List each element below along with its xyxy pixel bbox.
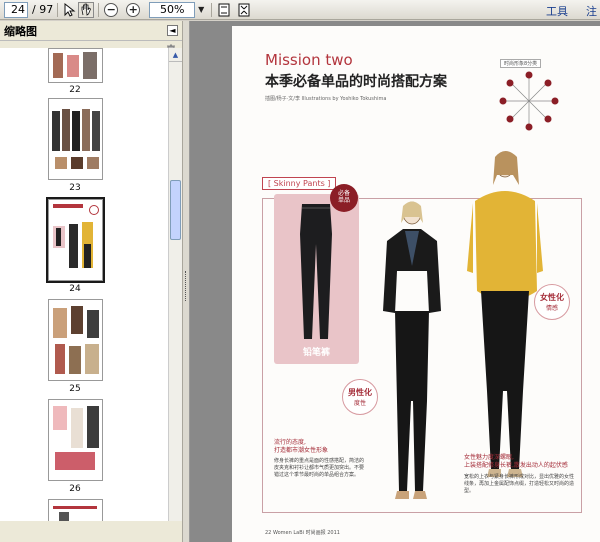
toolbar-separator <box>98 2 100 17</box>
model-left-illustration <box>383 201 441 499</box>
skinny-pants-illustration <box>300 204 332 339</box>
pants-caption: 铅笔裤 <box>302 348 330 358</box>
zoom-out-button[interactable]: − <box>103 2 119 18</box>
thumbnail-page-24[interactable] <box>46 197 105 283</box>
page-number-value: 24 <box>11 3 25 16</box>
feminine-note: 女性化 情感 <box>534 284 570 320</box>
skinny-pants-label: [ Skinny Pants ] <box>262 177 337 190</box>
page-total: / 97 <box>32 3 54 16</box>
must-have-badge: 必备 单品 <box>330 184 358 212</box>
toolbar-separator <box>211 2 213 17</box>
close-icon[interactable]: ◄ <box>167 25 178 36</box>
zoom-dropdown-chevron-icon[interactable]: ▼ <box>195 2 207 18</box>
style-wheel-diagram <box>499 71 559 131</box>
scroll-thumb[interactable] <box>170 180 181 240</box>
right-text-body: 宽松的上衣与紧身长裤形成对比，显出优雅的女性线条，再加上金属配饰点缀，打造轻松又… <box>464 474 575 494</box>
full-screen-icon[interactable] <box>236 2 252 18</box>
left-text-title: 流行的态度, 打造都市潮女性形象 <box>274 439 329 455</box>
page-number-input[interactable]: 24 <box>4 1 28 18</box>
thumbnail-label: 24 <box>69 284 81 294</box>
tools-menu[interactable]: 工具 <box>546 3 568 19</box>
thumbnail-page-22[interactable] <box>48 48 103 83</box>
left-text-body: 修身长裤的重点是面的性感搭配，简洁的皮夹克和衬衫让都市气质更加突出。不要错过这个… <box>274 458 365 478</box>
document-view[interactable]: Mission two 本季必备单品的时尚搭配方案 插图/杨子·文/李 Illu… <box>190 21 600 542</box>
thumbnail-page-25[interactable] <box>48 299 103 381</box>
panel-splitter[interactable] <box>183 21 190 542</box>
thumbnail-list: 22 23 24 25 26 <box>0 48 168 521</box>
thumbnail-label: 23 <box>69 183 81 193</box>
zoom-in-button[interactable]: + <box>125 2 141 18</box>
zoom-select[interactable]: 50% <box>149 1 196 18</box>
hand-tool-icon[interactable] <box>78 1 95 18</box>
scroll-up-button[interactable]: ▲ <box>169 48 182 62</box>
feminine-note-title: 女性化 <box>540 293 564 302</box>
thumbnail-label: 25 <box>69 384 81 394</box>
masculine-note-sub: 度性 <box>353 400 366 407</box>
main-toolbar: 24 / 97 − + 50% ▼ 工具 注 <box>0 0 600 20</box>
right-text-title: 女性魅力度深螺眼, 上装搭配修身长裤,散发出动人的起伏感 <box>464 454 568 470</box>
pants-card: 铅笔裤 <box>274 194 359 364</box>
thumbnail-label: 22 <box>69 85 81 95</box>
thumbnail-scrollbar[interactable]: ▲ <box>168 48 182 521</box>
select-tool-icon[interactable] <box>62 2 78 18</box>
feminine-note-sub: 情感 <box>545 305 558 312</box>
pdf-page: Mission two 本季必备单品的时尚搭配方案 插图/杨子·文/李 Illu… <box>232 26 600 542</box>
thumbnail-panel-title: 缩略图 <box>4 24 37 38</box>
page-footer: 22 Women LaBi 时尚画报 2011 <box>265 530 340 536</box>
masculine-note-title: 男性化 <box>348 388 372 397</box>
zoom-in-icon: + <box>126 2 141 17</box>
mission-heading: Mission two <box>265 51 353 69</box>
thumbnail-page-27[interactable] <box>48 499 103 521</box>
model-right-illustration <box>467 151 543 477</box>
thumbnail-panel-header: 缩略图 ◄ <box>0 21 182 41</box>
toolbar-separator <box>57 2 59 17</box>
page-headline: 本季必备单品的时尚搭配方案 <box>265 74 447 90</box>
zoom-out-icon: − <box>104 2 119 17</box>
thumbnail-page-26[interactable] <box>48 399 103 481</box>
comment-menu[interactable]: 注 <box>586 3 597 19</box>
thumbnail-label: 26 <box>69 484 81 494</box>
zoom-value: 50% <box>159 3 185 16</box>
thumbnail-page-23[interactable] <box>48 98 103 180</box>
masculine-note: 男性化 度性 <box>342 379 378 415</box>
page-credit: 插图/杨子·文/李 Illustrations by Yoshiko Tokus… <box>265 96 387 102</box>
fit-page-icon[interactable] <box>216 2 232 18</box>
